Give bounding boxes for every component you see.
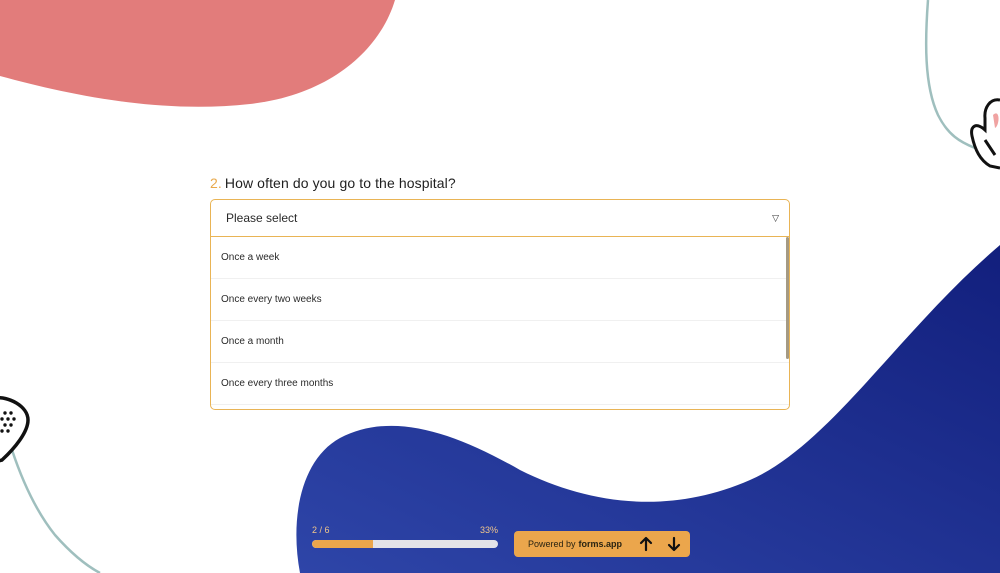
arrow-up-icon (639, 536, 653, 552)
option-once-a-week[interactable]: Once a week (211, 237, 789, 279)
question-title: 2. How often do you go to the hospital? (210, 175, 456, 191)
question-text: How often do you go to the hospital? (224, 175, 456, 191)
teal-line-left (10, 449, 101, 573)
progress-track (312, 540, 498, 548)
coral-blob (0, 0, 395, 107)
hand-icon (970, 98, 1000, 170)
progress-fill (312, 540, 374, 548)
previous-question-button[interactable] (634, 531, 658, 557)
next-question-button[interactable] (662, 531, 686, 557)
frequency-select[interactable]: Please select ▽ Once a week Once every t… (210, 199, 790, 410)
progress-step: 2 / 6 (312, 525, 330, 535)
option-once-every-two-weeks[interactable]: Once every two weeks (211, 279, 789, 321)
powered-by-text: Powered by (528, 539, 576, 549)
progress-percent: 33% (479, 525, 498, 535)
options-list[interactable]: Once a week Once every two weeks Once a … (211, 237, 789, 409)
option-once-a-month[interactable]: Once a month (211, 321, 789, 363)
select-trigger[interactable]: Please select ▽ (211, 200, 789, 237)
caret-down-icon[interactable]: ▽ (772, 213, 779, 224)
options-scrollbar[interactable] (786, 237, 789, 359)
progress-indicator: 2 / 6 33% (312, 525, 498, 548)
question-number: 2. (210, 175, 222, 191)
arrow-down-icon (667, 536, 681, 552)
teal-line-right (924, 0, 976, 150)
brand-name: forms.app (578, 539, 623, 549)
option-once-every-three-months[interactable]: Once every three months (211, 363, 789, 405)
select-placeholder: Please select (226, 211, 298, 225)
